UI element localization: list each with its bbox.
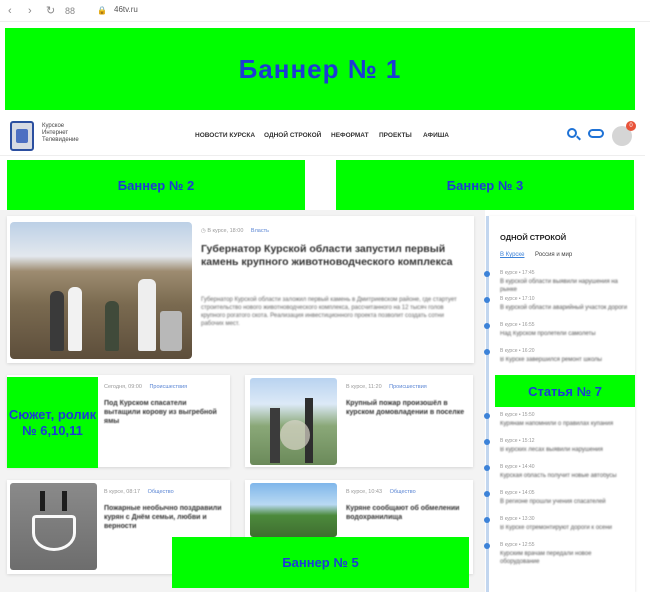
sidebar-item-meta: В курсе • 17:10 bbox=[500, 296, 535, 302]
sidebar-news-item[interactable]: В курсе • 15:12 В курских лесах выявили н… bbox=[500, 438, 628, 454]
logo-icon[interactable] bbox=[10, 121, 34, 151]
card-category[interactable]: Общество bbox=[148, 489, 174, 495]
sidebar-item-meta: В курсе • 14:40 bbox=[500, 464, 535, 470]
nav-projects[interactable]: ПРОЕКТЫ bbox=[379, 132, 412, 139]
sidebar-item-text[interactable]: В курских лесах выявили нарушения bbox=[500, 446, 628, 454]
card-category[interactable]: Общество bbox=[390, 489, 416, 495]
sidebar-item-meta: В курсе • 14:05 bbox=[500, 490, 535, 496]
logo-line: Интернет bbox=[42, 130, 69, 136]
sidebar-news-item[interactable]: В курсе • 14:05 В регионе прошли учения с… bbox=[500, 490, 628, 506]
timeline-dot-icon bbox=[484, 323, 490, 329]
nav-neformat[interactable]: НЕФОРМАТ bbox=[331, 132, 369, 139]
nav-news-kursk[interactable]: НОВОСТИ КУРСКА bbox=[195, 132, 255, 139]
site-header bbox=[0, 114, 645, 156]
timeline-dot-icon bbox=[484, 413, 490, 419]
sidebar-title: ОДНОЙ СТРОКОЙ bbox=[500, 233, 567, 242]
card-date: В курсе, 08:17 bbox=[104, 489, 141, 495]
card-title[interactable]: Под Курском спасатели вытащили корову из… bbox=[104, 399, 224, 426]
card-title[interactable]: Куряне сообщают об обмелении водохранили… bbox=[346, 504, 468, 522]
timeline-dot-icon bbox=[484, 543, 490, 549]
logo-line: Курское bbox=[42, 123, 65, 129]
theme-toggle-icon[interactable] bbox=[588, 129, 604, 138]
banner-1[interactable]: Баннер № 1 bbox=[5, 28, 635, 110]
notification-badge: 0 bbox=[626, 121, 636, 131]
timeline-dot-icon bbox=[484, 349, 490, 355]
sidebar-news-item[interactable]: В курсе • 12:55 Курским врачам передали н… bbox=[500, 542, 628, 566]
search-icon[interactable] bbox=[567, 128, 577, 138]
banner-4[interactable]: Сюжет, ролик № 6,10,11 bbox=[7, 377, 98, 468]
sidebar-item-text[interactable]: В регионе прошли учения спасателей bbox=[500, 498, 628, 506]
featured-category[interactable]: Власть bbox=[251, 228, 269, 234]
sidebar-item-meta: В курсе • 17:45 bbox=[500, 270, 535, 276]
featured-image[interactable] bbox=[10, 222, 192, 359]
card-title[interactable]: Крупный пожар произошёл в курском домовл… bbox=[346, 399, 468, 417]
card-category[interactable]: Происшествия bbox=[389, 384, 427, 390]
forward-icon[interactable]: › bbox=[28, 4, 32, 18]
banner-5[interactable]: Баннер № 5 bbox=[172, 537, 469, 588]
timeline-dot-icon bbox=[484, 517, 490, 523]
timeline-dot-icon bbox=[484, 465, 490, 471]
logo-text[interactable]: Курское Интернет Телевидение bbox=[42, 123, 79, 144]
card-image[interactable] bbox=[250, 483, 337, 537]
sidebar-item-text[interactable]: В Курске завершился ремонт школы bbox=[500, 356, 628, 364]
card-image[interactable] bbox=[250, 378, 337, 465]
featured-date: В курсе, 18:00 bbox=[207, 228, 244, 234]
featured-meta: ◷ В курсе, 18:00 Власть bbox=[201, 228, 269, 234]
sidebar-item-text[interactable]: Курская область получит новые автобусы bbox=[500, 472, 628, 480]
featured-excerpt: Губернатор Курской области заложил первы… bbox=[201, 297, 457, 327]
nav-one-line[interactable]: ОДНОЙ СТРОКОЙ bbox=[264, 132, 321, 139]
back-icon[interactable]: ‹ bbox=[8, 4, 12, 18]
sidebar-item-text[interactable]: Курским врачам передали новое оборудован… bbox=[500, 550, 628, 566]
sidebar-item-meta: В курсе • 16:20 bbox=[500, 348, 535, 354]
card-meta: В курсе, 10:43 Общество bbox=[346, 489, 416, 495]
sidebar-item-text[interactable]: Курянам напомнили о правилах купания bbox=[500, 420, 628, 428]
card-date: Сегодня, 09:00 bbox=[104, 384, 142, 390]
card-meta: Сегодня, 09:00 Происшествия bbox=[104, 384, 187, 390]
reload-icon[interactable]: ↻ bbox=[46, 4, 55, 18]
card-date: В курсе, 11:20 bbox=[346, 384, 382, 390]
tab-in-kursk[interactable]: В Курске bbox=[500, 252, 524, 258]
sidebar-news-item[interactable]: В курсе • 17:45 В курской области выявили… bbox=[500, 270, 628, 294]
sidebar-news-item[interactable]: В курсе • 17:10 В курской области аварийн… bbox=[500, 296, 628, 312]
nav-afisha[interactable]: АФИША bbox=[423, 132, 449, 139]
timeline-dot-icon bbox=[484, 297, 490, 303]
banner-3[interactable]: Баннер № 3 bbox=[336, 160, 634, 210]
card-title[interactable]: Пожарные необычно поздравили курян с Днё… bbox=[104, 504, 224, 531]
card-meta: В курсе, 11:20 Происшествия bbox=[346, 384, 427, 390]
sidebar-item-meta: В курсе • 12:55 bbox=[500, 542, 535, 548]
logo-line: Телевидение bbox=[42, 137, 79, 143]
sidebar-item-text[interactable]: Над Курском пролетели самолеты bbox=[500, 330, 628, 338]
card-meta: В курсе, 08:17 Общество bbox=[104, 489, 174, 495]
featured-title[interactable]: Губернатор Курской области запустил перв… bbox=[201, 243, 463, 269]
timeline-dot-icon bbox=[484, 491, 490, 497]
sidebar-item-text[interactable]: В курской области выявили нарушения на р… bbox=[500, 278, 628, 294]
sidebar-item-meta: В курсе • 16:55 bbox=[500, 322, 535, 328]
timeline-dot-icon bbox=[484, 439, 490, 445]
address-bar[interactable]: 46tv.ru bbox=[114, 5, 138, 14]
sidebar-item-meta: В курсе • 15:50 bbox=[500, 412, 535, 418]
sidebar-news-item[interactable]: В курсе • 13:30 В Курске отремонтируют до… bbox=[500, 516, 628, 532]
tab-russia-world[interactable]: Россия и мир bbox=[535, 252, 572, 258]
sidebar-item-text[interactable]: В Курске отремонтируют дороги к осени bbox=[500, 524, 628, 532]
card-date: В курсе, 10:43 bbox=[346, 489, 383, 495]
sidebar-news-item[interactable]: В курсе • 16:20 В Курске завершился ремон… bbox=[500, 348, 628, 364]
sidebar-news-item[interactable]: В курсе • 14:40 Курская область получит н… bbox=[500, 464, 628, 480]
banner-2[interactable]: Баннер № 2 bbox=[7, 160, 305, 210]
card-category[interactable]: Происшествия bbox=[149, 384, 187, 390]
timeline-dot-icon bbox=[484, 271, 490, 277]
apps-grid-icon[interactable]: 88 bbox=[65, 4, 75, 18]
banner-7[interactable]: Статья № 7 bbox=[495, 375, 635, 407]
calendar-icon: ◷ bbox=[201, 228, 206, 234]
sidebar-news-item[interactable]: В курсе • 15:50 Курянам напомнили о прави… bbox=[500, 412, 628, 428]
sidebar-item-meta: В курсе • 13:30 bbox=[500, 516, 535, 522]
lock-icon: 🔒 bbox=[97, 6, 107, 15]
card-image[interactable] bbox=[10, 483, 97, 570]
sidebar-item-meta: В курсе • 15:12 bbox=[500, 438, 535, 444]
sidebar-item-text[interactable]: В курской области аварийный участок доро… bbox=[500, 304, 628, 312]
sidebar-news-item[interactable]: В курсе • 16:55 Над Курском пролетели сам… bbox=[500, 322, 628, 338]
